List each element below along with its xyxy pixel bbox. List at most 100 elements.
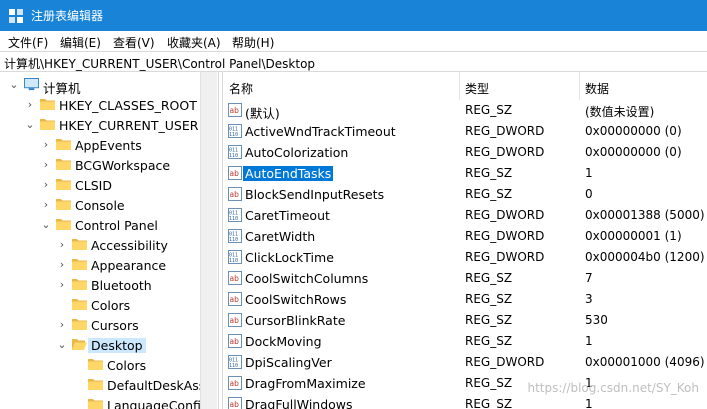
title-bar: 注册表编辑器 bbox=[0, 0, 707, 31]
address-bar[interactable]: 计算机\HKEY_CURRENT_USER\Control Panel\Desk… bbox=[0, 51, 707, 72]
value-row[interactable]: 011 110 DpiScalingVer REG_DWORD 0x00001000 (… bbox=[223, 352, 707, 373]
string-value-icon: ab bbox=[228, 166, 242, 180]
value-type: REG_SZ bbox=[465, 271, 513, 285]
chevron-right-icon[interactable]: › bbox=[56, 279, 68, 291]
chevron-right-icon[interactable]: › bbox=[56, 259, 68, 271]
folder-icon bbox=[56, 198, 71, 211]
menu-file[interactable]: 文件(F) bbox=[8, 34, 48, 51]
menu-edit[interactable]: 编辑(E) bbox=[60, 34, 101, 51]
value-name: (默认) bbox=[245, 106, 280, 121]
folder-icon bbox=[56, 218, 71, 231]
key-tree[interactable]: ⌄ 计算机 › HKEY_CLASSES_ROOT ⌄ HKEY_CURRENT_USER… bbox=[0, 72, 218, 409]
folder-icon bbox=[72, 318, 87, 331]
value-data: 0x00001388 (5000) bbox=[585, 208, 705, 222]
column-data-label: 数据 bbox=[585, 82, 610, 96]
tree-node-label: Colors bbox=[107, 358, 147, 373]
value-row[interactable]: ab DockMoving REG_SZ 1 bbox=[223, 331, 707, 352]
chevron-right-icon[interactable]: › bbox=[40, 179, 52, 191]
svg-text:ab: ab bbox=[230, 106, 240, 115]
value-type: REG_DWORD bbox=[465, 229, 545, 243]
svg-text:ab: ab bbox=[230, 379, 240, 388]
value-row[interactable]: ab CoolSwitchColumns REG_SZ 7 bbox=[223, 268, 707, 289]
value-row[interactable]: 011 110 ActiveWndTrackTimeout REG_DWORD 0x00… bbox=[223, 121, 707, 142]
value-type: REG_SZ bbox=[465, 292, 513, 306]
chevron-right-icon[interactable]: › bbox=[40, 199, 52, 211]
value-row[interactable]: 011 110 CaretWidth REG_DWORD 0x00000001 (1) bbox=[223, 226, 707, 247]
value-row[interactable]: 011 110 AutoColorization REG_DWORD 0x0000000… bbox=[223, 142, 707, 163]
binary-value-icon: 011 110 bbox=[228, 355, 242, 369]
value-row[interactable]: ab CoolSwitchRows REG_SZ 3 bbox=[223, 289, 707, 310]
value-type: REG_SZ bbox=[465, 334, 513, 348]
chevron-right-icon[interactable]: › bbox=[40, 139, 52, 151]
value-type: REG_SZ bbox=[465, 313, 513, 327]
folder-icon bbox=[56, 178, 71, 191]
tree-node-label: DefaultDeskAss bbox=[107, 378, 206, 393]
tree-node-label: Control Panel bbox=[75, 218, 158, 233]
folder-icon bbox=[40, 118, 55, 131]
string-value-icon: ab bbox=[228, 292, 242, 306]
value-name: CoolSwitchRows bbox=[245, 292, 347, 307]
menu-help[interactable]: 帮助(H) bbox=[232, 34, 274, 51]
tree-node-label: 计算机 bbox=[43, 81, 81, 96]
tree-node-label: Cursors bbox=[91, 318, 139, 333]
folder-icon bbox=[40, 98, 55, 111]
value-list[interactable]: 名称 类型 数据 ab (默认) REG_SZ (数值未设置) 011 110 Active… bbox=[223, 72, 707, 409]
value-type: REG_DWORD bbox=[465, 250, 545, 264]
column-header-data[interactable]: 数据 bbox=[580, 72, 707, 100]
regedit-app-icon bbox=[9, 9, 23, 23]
column-header-name[interactable]: 名称 bbox=[223, 72, 459, 100]
value-name: ClickLockTime bbox=[245, 250, 334, 265]
column-type-label: 类型 bbox=[465, 82, 490, 96]
menu-view[interactable]: 查看(V) bbox=[113, 34, 155, 51]
folder-open-icon bbox=[72, 338, 87, 351]
chevron-right-icon[interactable]: › bbox=[24, 99, 36, 111]
value-row[interactable]: 011 110 CaretTimeout REG_DWORD 0x00001388 (5… bbox=[223, 205, 707, 226]
tree-node-label: CLSID bbox=[75, 178, 112, 193]
column-name-label: 名称 bbox=[229, 82, 254, 96]
value-name: CursorBlinkRate bbox=[245, 313, 346, 328]
chevron-down-icon[interactable]: ⌄ bbox=[56, 339, 68, 351]
menu-favorites[interactable]: 收藏夹(A) bbox=[167, 34, 221, 51]
svg-text:ab: ab bbox=[230, 316, 240, 325]
value-row[interactable]: ab DragFullWindows REG_SZ 1 bbox=[223, 394, 707, 409]
chevron-down-icon[interactable]: ⌄ bbox=[24, 119, 36, 131]
value-data: (数值未设置) bbox=[585, 105, 655, 119]
chevron-down-icon[interactable]: ⌄ bbox=[8, 79, 20, 91]
chevron-down-icon[interactable]: ⌄ bbox=[40, 219, 52, 231]
value-data: 7 bbox=[585, 271, 593, 285]
tree-node-label: Appearance bbox=[91, 258, 167, 273]
value-type: REG_SZ bbox=[465, 187, 513, 201]
value-name: DockMoving bbox=[245, 334, 322, 349]
value-row[interactable]: ab BlockSendInputResets REG_SZ 0 bbox=[223, 184, 707, 205]
value-type: REG_SZ bbox=[465, 166, 513, 180]
chevron-right-icon[interactable]: › bbox=[56, 239, 68, 251]
value-row[interactable]: ab (默认) REG_SZ (数值未设置) bbox=[223, 100, 707, 121]
svg-text:ab: ab bbox=[230, 337, 240, 346]
column-header-type[interactable]: 类型 bbox=[460, 72, 579, 100]
value-data: 1 bbox=[585, 397, 593, 409]
tree-node-label: Console bbox=[75, 198, 125, 213]
svg-text:110: 110 bbox=[229, 258, 238, 264]
string-value-icon: ab bbox=[228, 271, 242, 285]
value-row[interactable]: ab AutoEndTasks REG_SZ 1 bbox=[223, 163, 707, 184]
binary-value-icon: 011 110 bbox=[228, 208, 242, 222]
tree-scrollbar[interactable] bbox=[200, 72, 217, 409]
watermark: https://blog.csdn.net/SY_Koh bbox=[527, 381, 699, 395]
folder-icon bbox=[72, 238, 87, 251]
address-path[interactable]: 计算机\HKEY_CURRENT_USER\Control Panel\Desk… bbox=[4, 55, 315, 72]
value-data: 530 bbox=[585, 313, 608, 327]
value-row[interactable]: 011 110 ClickLockTime REG_DWORD 0x000004b0 (… bbox=[223, 247, 707, 268]
value-data: 0x00001000 (4096) bbox=[585, 355, 705, 369]
chevron-right-icon[interactable]: › bbox=[40, 159, 52, 171]
value-name: BlockSendInputResets bbox=[245, 187, 385, 202]
chevron-right-icon[interactable]: › bbox=[56, 319, 68, 331]
value-data: 0x00000001 (1) bbox=[585, 229, 682, 243]
value-row[interactable]: ab CursorBlinkRate REG_SZ 530 bbox=[223, 310, 707, 331]
value-name: DpiScalingVer bbox=[245, 355, 332, 370]
binary-value-icon: 011 110 bbox=[228, 250, 242, 264]
svg-text:110: 110 bbox=[229, 237, 238, 243]
value-name: AutoColorization bbox=[245, 145, 349, 160]
value-type: REG_SZ bbox=[465, 376, 513, 390]
folder-icon bbox=[72, 258, 87, 271]
folder-icon bbox=[56, 138, 71, 151]
